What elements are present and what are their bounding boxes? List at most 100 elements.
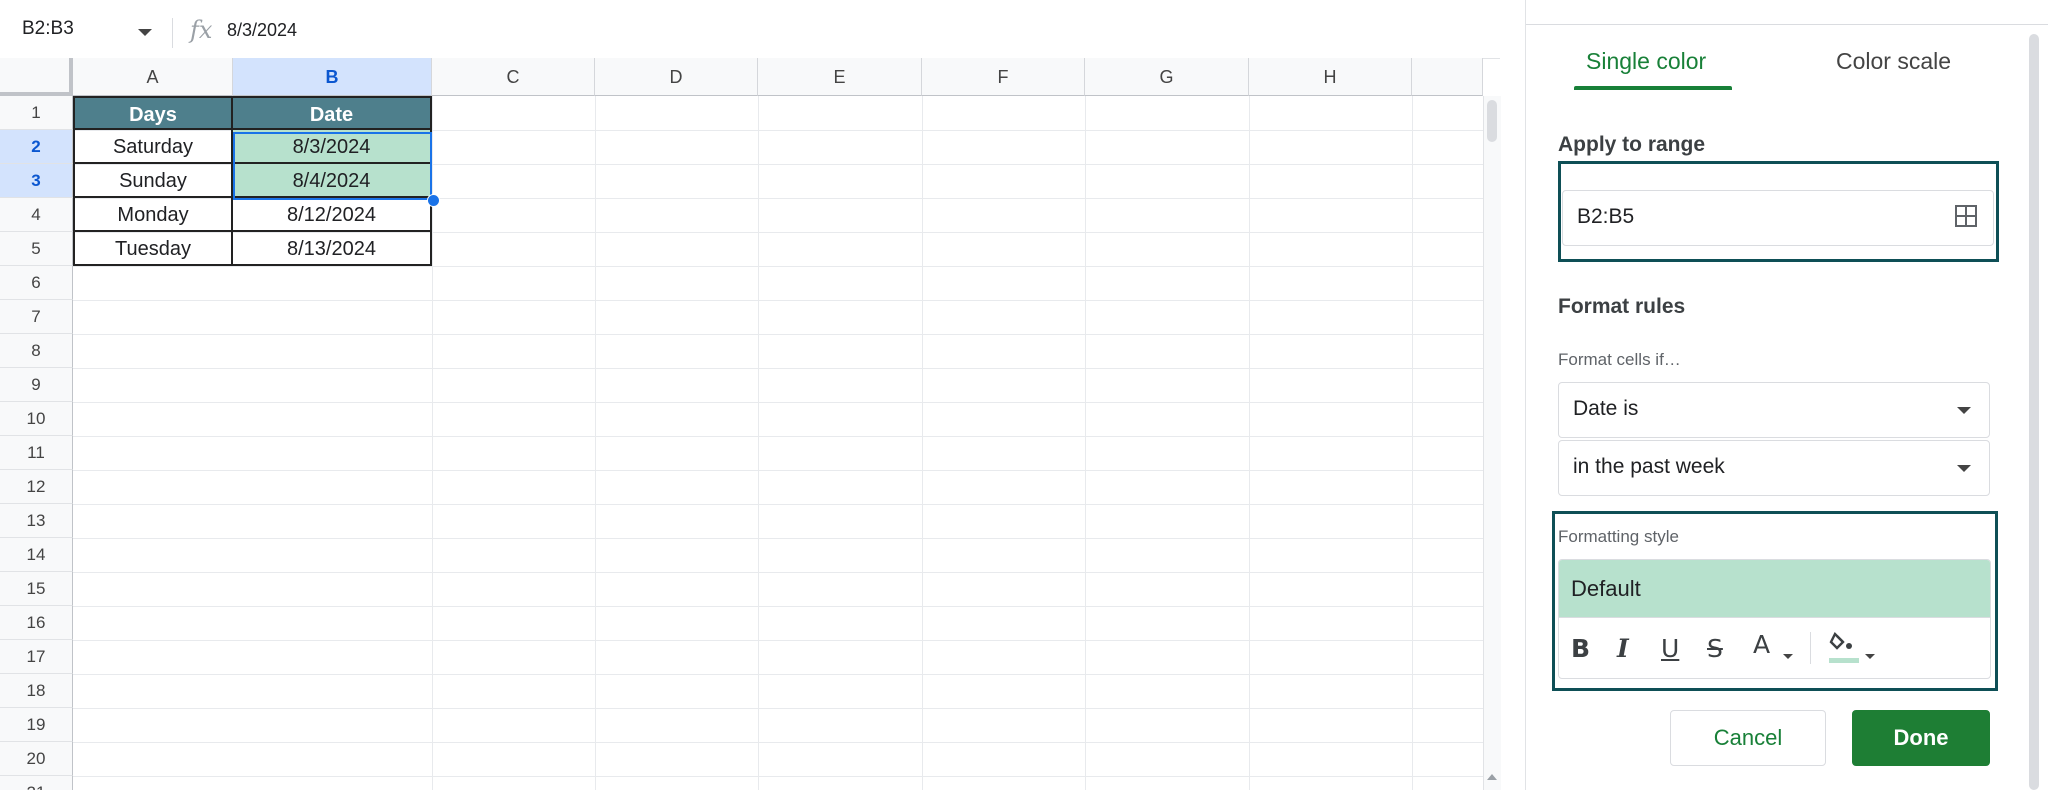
row-header[interactable]: 6 bbox=[0, 266, 73, 300]
fill-color-swatch bbox=[1829, 658, 1859, 663]
column-header-f[interactable]: F bbox=[922, 58, 1085, 96]
scrollbar-thumb[interactable] bbox=[2029, 34, 2039, 790]
condition-value-dropdown-value: in the past week bbox=[1573, 455, 1725, 478]
row-header[interactable]: 3 bbox=[0, 164, 73, 198]
table-cell-date[interactable]: 8/3/2024 bbox=[233, 130, 432, 164]
gridline bbox=[73, 538, 1483, 539]
row-header[interactable]: 19 bbox=[0, 708, 73, 742]
row-header[interactable]: 13 bbox=[0, 504, 73, 538]
style-toolbar: B I U S A bbox=[1559, 617, 1990, 678]
fill-color-icon[interactable] bbox=[1829, 630, 1859, 664]
column-header-a[interactable]: A bbox=[73, 58, 233, 96]
format-cells-if-label: Format cells if… bbox=[1558, 350, 1681, 369]
table-header-date[interactable]: Date bbox=[233, 96, 432, 130]
panel-scrollbar[interactable] bbox=[2027, 34, 2041, 790]
row-header[interactable]: 4 bbox=[0, 198, 73, 232]
table-cell-date[interactable]: 8/12/2024 bbox=[233, 198, 432, 232]
sheet-grid[interactable]: A B C D E F G H 1 2 3 4 5 6 7 8 9 10 11 … bbox=[0, 58, 1483, 790]
column-header-partial[interactable] bbox=[1412, 58, 1483, 96]
bold-icon[interactable]: B bbox=[1571, 634, 1590, 663]
column-header-g[interactable]: G bbox=[1085, 58, 1249, 96]
gridline bbox=[73, 436, 1483, 437]
select-all-corner[interactable] bbox=[0, 58, 73, 96]
gridline bbox=[73, 708, 1483, 709]
select-range-grid-icon[interactable] bbox=[1955, 205, 1977, 227]
column-header-d[interactable]: D bbox=[595, 58, 758, 96]
gridline bbox=[73, 266, 1483, 267]
condition-value-dropdown[interactable]: in the past week bbox=[1558, 440, 1990, 496]
style-preset-dropdown[interactable]: Default bbox=[1559, 560, 1990, 617]
range-input[interactable]: B2:B5 bbox=[1562, 190, 1994, 246]
tab-single-color[interactable]: Single color bbox=[1586, 48, 1706, 75]
formula-input[interactable]: 8/3/2024 bbox=[227, 20, 297, 41]
row-header[interactable]: 2 bbox=[0, 130, 73, 164]
row-header[interactable]: 21 bbox=[0, 776, 73, 790]
table-cell-date[interactable]: 8/13/2024 bbox=[233, 232, 432, 266]
column-header-h[interactable]: H bbox=[1249, 58, 1412, 96]
table-cell-day[interactable]: Tuesday bbox=[73, 232, 233, 266]
gridline bbox=[595, 96, 596, 790]
table-header-days[interactable]: Days bbox=[73, 96, 233, 130]
gridline bbox=[73, 504, 1483, 505]
chevron-down-icon[interactable] bbox=[1865, 654, 1875, 659]
sheet-vertical-scrollbar[interactable] bbox=[1483, 96, 1501, 790]
row-header[interactable]: 12 bbox=[0, 470, 73, 504]
scroll-up-arrow-icon[interactable] bbox=[1487, 774, 1497, 780]
gridline bbox=[1249, 96, 1250, 790]
text-color-icon[interactable]: A bbox=[1753, 630, 1770, 659]
gridline bbox=[1085, 96, 1086, 790]
toolbar-divider bbox=[1810, 632, 1811, 664]
format-rules-label: Format rules bbox=[1558, 295, 1686, 318]
row-header[interactable]: 18 bbox=[0, 674, 73, 708]
gridline bbox=[73, 640, 1483, 641]
formula-divider bbox=[172, 18, 173, 48]
gridline bbox=[73, 300, 1483, 301]
column-header-e[interactable]: E bbox=[758, 58, 922, 96]
underline-icon[interactable]: U bbox=[1661, 634, 1679, 663]
table-cell-date[interactable]: 8/4/2024 bbox=[233, 164, 432, 198]
gridline bbox=[1412, 96, 1413, 790]
row-header[interactable]: 15 bbox=[0, 572, 73, 606]
row-header[interactable]: 20 bbox=[0, 742, 73, 776]
row-header[interactable]: 10 bbox=[0, 402, 73, 436]
strikethrough-icon[interactable]: S bbox=[1707, 634, 1723, 663]
row-header[interactable]: 11 bbox=[0, 436, 73, 470]
row-header[interactable]: 14 bbox=[0, 538, 73, 572]
gridline bbox=[73, 572, 1483, 573]
scrollbar-thumb[interactable] bbox=[1487, 100, 1497, 142]
row-header[interactable]: 17 bbox=[0, 640, 73, 674]
gridline bbox=[73, 470, 1483, 471]
row-header[interactable]: 7 bbox=[0, 300, 73, 334]
chevron-down-icon[interactable] bbox=[1783, 654, 1793, 659]
range-input-value[interactable]: B2:B5 bbox=[1577, 205, 1634, 229]
row-header[interactable]: 8 bbox=[0, 334, 73, 368]
divider bbox=[1526, 24, 2048, 25]
tab-color-scale[interactable]: Color scale bbox=[1836, 48, 1951, 75]
style-preset-label: Default bbox=[1571, 576, 1641, 601]
gridline bbox=[73, 742, 1483, 743]
gridline bbox=[73, 674, 1483, 675]
row-header[interactable]: 9 bbox=[0, 368, 73, 402]
dropdown-arrow-icon bbox=[1957, 465, 1971, 472]
formula-bar: B2:B3 fx 8/3/2024 bbox=[0, 0, 1500, 59]
column-header-b[interactable]: B bbox=[233, 58, 432, 96]
italic-icon[interactable]: I bbox=[1617, 634, 1629, 663]
gridline bbox=[73, 776, 1483, 777]
row-header[interactable]: 5 bbox=[0, 232, 73, 266]
column-header-c[interactable]: C bbox=[432, 58, 595, 96]
row-header[interactable]: 16 bbox=[0, 606, 73, 640]
name-box-dropdown-icon[interactable] bbox=[138, 29, 152, 36]
gridline bbox=[73, 368, 1483, 369]
done-button[interactable]: Done bbox=[1852, 710, 1990, 766]
cancel-button[interactable]: Cancel bbox=[1670, 710, 1826, 766]
gridline bbox=[73, 334, 1483, 335]
row-header[interactable]: 1 bbox=[0, 96, 73, 130]
gridline bbox=[922, 96, 923, 790]
table-cell-day[interactable]: Sunday bbox=[73, 164, 233, 198]
fill-handle[interactable] bbox=[427, 194, 440, 207]
table-cell-day[interactable]: Monday bbox=[73, 198, 233, 232]
gridline bbox=[73, 402, 1483, 403]
table-cell-day[interactable]: Saturday bbox=[73, 130, 233, 164]
formatting-style-box: Default B I U S A bbox=[1558, 559, 1991, 679]
condition-dropdown[interactable]: Date is bbox=[1558, 382, 1990, 438]
